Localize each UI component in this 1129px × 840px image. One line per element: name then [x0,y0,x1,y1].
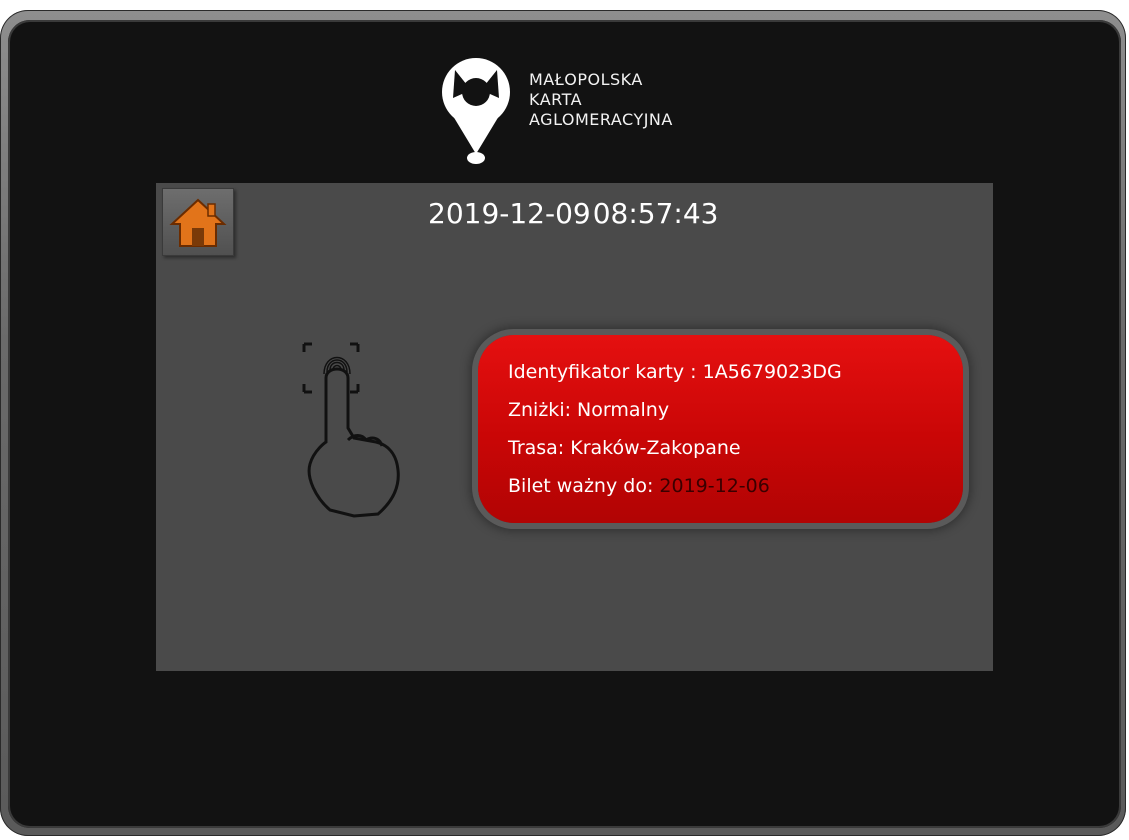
card-id-value: 1A5679023DG [702,361,842,383]
validity-line: Bilet ważny do: 2019-12-06 [508,475,770,497]
route-value: Kraków-Zakopane [570,437,741,459]
logo-line-1: MAŁOPOLSKA [529,70,643,89]
home-icon [169,198,227,247]
malopolska-logo: MAŁOPOLSKA KARTA AGLOMERACYJNA [433,50,733,170]
card-id-line: Identyfikator karty : 1A5679023DG [508,361,842,383]
discount-label: Zniżki: [508,399,571,421]
fingerprint-touch-icon [302,342,400,518]
home-button[interactable] [162,188,234,256]
logo-line-2: KARTA [529,90,583,109]
current-time: 08:57:43 [592,197,719,230]
datetime: 2019-12-0908:57:43 [428,197,719,230]
validity-date: 2019-12-06 [659,475,770,497]
discount-line: Zniżki: Normalny [508,399,669,421]
current-date: 2019-12-09 [428,197,591,230]
validity-label: Bilet ważny do: [508,475,654,497]
main-panel: 2019-12-0908:57:43 Identyfikator karty :… [156,183,993,671]
route-label: Trasa: [508,437,565,459]
pin-logo-icon [442,58,510,164]
logo-line-3: AGLOMERACYJNA [529,110,673,129]
logo-text: MAŁOPOLSKA KARTA AGLOMERACYJNA [529,70,673,130]
route-line: Trasa: Kraków-Zakopane [508,437,741,459]
card-info-box: Identyfikator karty : 1A5679023DG Zniżki… [478,335,963,523]
discount-value: Normalny [577,399,670,421]
card-id-label: Identyfikator karty : [508,361,697,383]
